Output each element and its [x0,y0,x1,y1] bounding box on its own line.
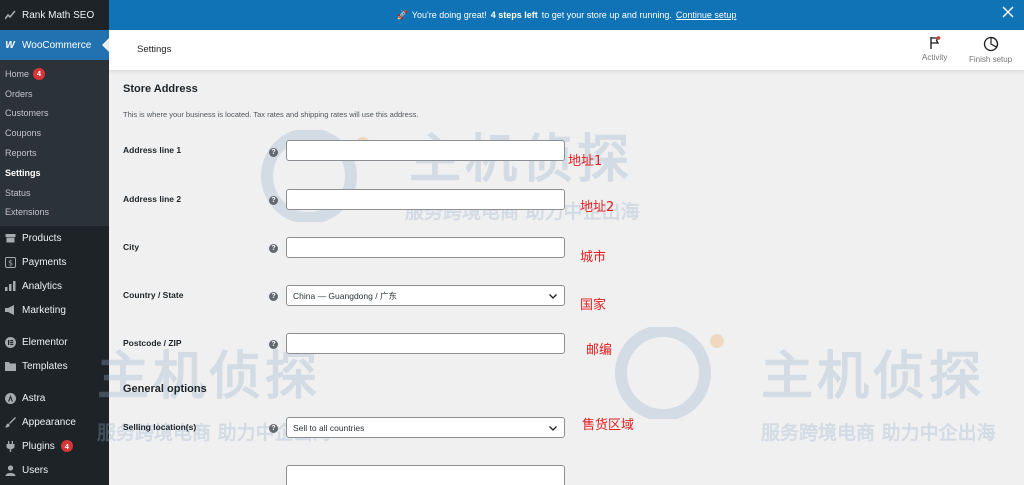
general-options-heading: General options [123,383,207,395]
archive-icon [4,232,16,244]
annotation-postcode: 邮编 [586,343,613,358]
sidebar-item-payments[interactable]: $ Payments [0,250,109,274]
selected-value: China — Guangdong / 广东 [293,290,397,301]
settings-content: 主机侦探 服务跨境电商 助力中企出海 主机侦探 服务跨境电商 助力中企出海 主机… [97,72,1024,485]
setup-notice-bar: 🚀 You're doing great! 4 steps left to ge… [109,0,1024,30]
continue-setup-link[interactable]: Continue setup [676,10,737,20]
brush-icon [4,416,16,428]
notification-badge: 4 [33,67,46,80]
flag-icon [928,36,942,50]
help-icon[interactable]: ? [269,340,278,349]
store-address-heading: Store Address [123,83,198,95]
annotation-country: 国家 [580,298,607,313]
sidebar-item-woocommerce[interactable]: W WooCommerce [0,30,109,60]
watermark-slogan: 服务跨境电商 助力中企出海 [761,422,996,444]
progress-ring-icon [983,36,999,52]
chevron-down-icon [548,291,558,303]
selling-locations-select[interactable]: Sell to all countries [286,417,565,438]
bar-chart-icon [4,280,16,292]
close-icon[interactable] [1002,6,1014,22]
country-state-select[interactable]: China — Guangdong / 广东 [286,285,565,306]
sidebar-subitem-coupons[interactable]: Coupons [0,123,109,143]
rocket-icon: 🚀 [396,9,408,20]
woocommerce-submenu: Home 4 Orders Customers Coupons Reports S… [0,60,109,227]
megaphone-icon [4,304,16,316]
sidebar-main-menu: Products $ Payments Analytics Marketing … [0,226,109,482]
sidebar-item-plugins[interactable]: Plugins 4 [0,434,109,458]
elementor-icon [4,336,16,348]
sidebar-item-label: Rank Math SEO [22,9,95,21]
notice-text-after: to get your store up and running. [541,10,672,20]
folder-icon [4,360,16,372]
woocommerce-icon: W [5,39,15,51]
selling-locations-label: Selling location(s) [123,422,197,432]
postcode-field[interactable] [286,333,565,354]
annotation-city: 城市 [580,250,607,265]
help-icon[interactable]: ? [269,292,278,301]
finish-setup-button[interactable]: Finish setup [969,36,1012,64]
notice-steps-left: 4 steps left [490,10,538,20]
page-header: Settings Activity Finish setup [109,30,1024,71]
help-icon[interactable]: ? [269,244,278,253]
rank-math-icon [4,9,16,21]
sidebar-subitem-customers[interactable]: Customers [0,104,109,124]
page-title: Settings [137,44,172,55]
store-address-description: This is where your business is located. … [123,110,419,119]
activity-label: Activity [922,53,948,62]
sidebar-item-products[interactable]: Products [0,226,109,250]
sidebar-item-label: WooCommerce [22,39,92,51]
chevron-down-icon [548,423,558,435]
help-icon[interactable]: ? [269,148,278,157]
astra-icon [4,392,16,404]
annotation-address-1: 地址1 [568,154,603,169]
sidebar-item-users[interactable]: Users [0,458,109,482]
plug-icon [4,440,16,452]
sidebar-item-elementor[interactable]: Elementor [0,330,109,354]
watermark-brand: 主机侦探 [761,347,986,407]
watermark-logo-icon [615,327,724,419]
sidebar-item-appearance[interactable]: Appearance [0,410,109,434]
sidebar-subitem-extensions[interactable]: Extensions [0,203,109,223]
sidebar-item-rank-math[interactable]: Rank Math SEO [0,0,109,30]
address-line-2-field[interactable] [286,189,565,210]
address-line-1-field[interactable] [286,140,565,161]
annotation-selling-region: 售货区域 [582,418,635,433]
admin-sidebar: Rank Math SEO W WooCommerce Home 4 Orders… [0,0,109,485]
city-field[interactable] [286,237,565,258]
sidebar-subitem-status[interactable]: Status [0,183,109,203]
help-icon[interactable]: ? [269,196,278,205]
sidebar-subitem-settings[interactable]: Settings [0,163,109,183]
sidebar-subitem-home[interactable]: Home 4 [0,64,109,84]
svg-text:$: $ [7,258,12,267]
annotation-address-2: 地址2 [580,200,615,215]
country-state-label: Country / State [123,290,184,300]
sidebar-subitem-orders[interactable]: Orders [0,84,109,104]
user-icon [4,464,16,476]
notification-badge: 4 [60,440,73,453]
notice-text: You're doing great! [411,10,487,20]
postcode-label: Postcode / ZIP [123,338,182,348]
address-line-1-label: Address line 1 [123,145,182,155]
dollar-icon: $ [4,256,16,268]
help-icon[interactable]: ? [269,424,278,433]
sidebar-item-analytics[interactable]: Analytics [0,274,109,298]
sidebar-item-templates[interactable]: Templates [0,354,109,378]
sidebar-item-astra[interactable]: Astra [0,386,109,410]
activity-button[interactable]: Activity [922,36,947,62]
city-label: City [123,242,140,252]
address-line-2-label: Address line 2 [123,194,182,204]
selected-value: Sell to all countries [293,422,365,433]
sidebar-subitem-reports[interactable]: Reports [0,143,109,163]
next-field-partial[interactable] [286,465,565,485]
sidebar-item-marketing[interactable]: Marketing [0,298,109,322]
finish-setup-label: Finish setup [969,55,1013,64]
